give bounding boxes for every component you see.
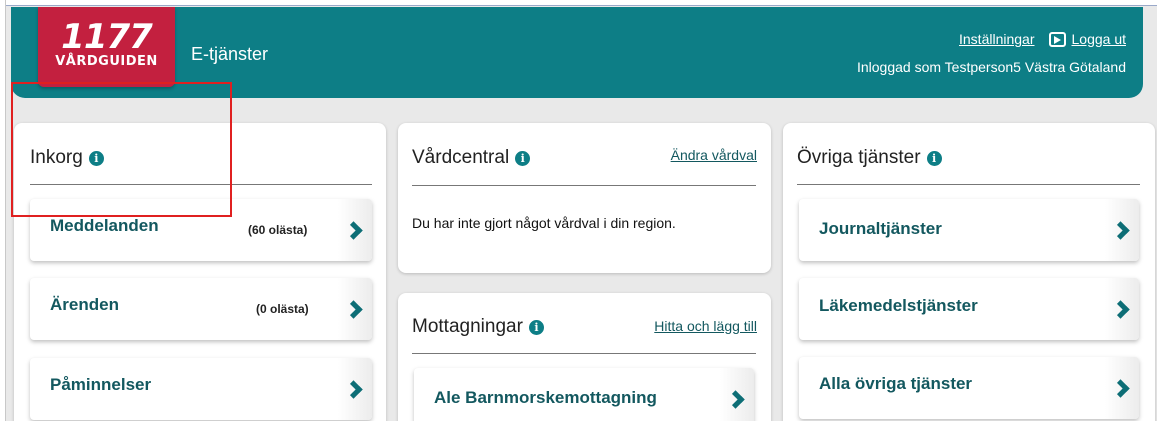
chevron-right-icon[interactable] (338, 199, 372, 261)
window-top-edge (0, 0, 1157, 6)
logo-number: 1177 (61, 17, 153, 57)
inbox-item-reminders[interactable]: Påminnelser (30, 358, 372, 420)
settings-link[interactable]: Inställningar (959, 31, 1035, 47)
info-icon[interactable]: i (515, 150, 531, 166)
other-services-title: Övriga tjänster i (797, 147, 942, 169)
tile-label: Meddelanden (50, 216, 159, 235)
inbox-item-cases[interactable]: Ärenden (0 olästa) (30, 278, 372, 340)
chevron-right-icon[interactable] (1105, 278, 1139, 340)
chevron-right-icon[interactable] (720, 368, 754, 421)
service-item-medication[interactable]: Läkemedelstjänster (799, 278, 1139, 340)
service-item-journal[interactable]: Journaltjänster (799, 199, 1139, 261)
logo-text: VÅRDGUIDEN (55, 54, 158, 69)
window-left-edge (0, 0, 6, 421)
clinics-title-text: Mottagningar (412, 316, 523, 337)
change-care-choice-link[interactable]: Ändra vårdval (671, 147, 757, 163)
chevron-right-icon[interactable] (1105, 357, 1139, 419)
info-icon[interactable]: i (926, 150, 942, 166)
clinics-divider (412, 353, 756, 354)
tile-label: Läkemedelstjänster (819, 296, 978, 315)
info-icon[interactable]: i (528, 319, 544, 335)
tile-label: Alla övriga tjänster (819, 374, 973, 393)
service-item-all-other[interactable]: Alla övriga tjänster (799, 357, 1139, 419)
health-center-title: Vårdcentral i (412, 147, 531, 169)
other-services-card: Övriga tjänster i Journaltjänster Läkeme… (783, 123, 1155, 421)
clinics-card: Mottagningar i Hitta och lägg till Ale B… (398, 293, 771, 421)
other-services-title-text: Övriga tjänster (797, 147, 921, 168)
find-and-add-link[interactable]: Hitta och lägg till (654, 318, 757, 334)
chevron-right-icon[interactable] (1105, 199, 1139, 261)
tile-label: Ale Barnmorskemottagning (434, 388, 657, 407)
health-center-card: Vårdcentral i Ändra vårdval Du har inte … (398, 123, 771, 273)
logo-1177-vardguiden[interactable]: 1177 VÅRDGUIDEN (38, 7, 175, 87)
health-center-divider (412, 185, 756, 186)
health-center-message: Du har inte gjort något vårdval i din re… (412, 215, 676, 231)
chevron-right-icon[interactable] (338, 278, 372, 340)
clinic-item[interactable]: Ale Barnmorskemottagning (414, 368, 754, 421)
chevron-right-icon[interactable] (338, 358, 372, 420)
header-links: Inställningar Logga ut (959, 31, 1126, 47)
health-center-title-text: Vårdcentral (412, 147, 510, 168)
app-title: E-tjänster (191, 44, 269, 64)
annotation-highlight-box (11, 82, 232, 217)
clinics-title: Mottagningar i (412, 316, 544, 338)
logout-link[interactable]: Logga ut (1072, 31, 1127, 47)
tile-label: Påminnelser (50, 375, 152, 394)
logged-in-status: Inloggad som Testperson5 Västra Götaland (856, 59, 1126, 75)
logout-icon[interactable] (1048, 31, 1066, 47)
unread-count: (60 olästa) (248, 223, 308, 237)
unread-count: (0 olästa) (256, 302, 309, 316)
tile-label: Journaltjänster (819, 219, 942, 238)
tile-label: Ärenden (50, 295, 119, 314)
other-services-divider (797, 184, 1140, 185)
